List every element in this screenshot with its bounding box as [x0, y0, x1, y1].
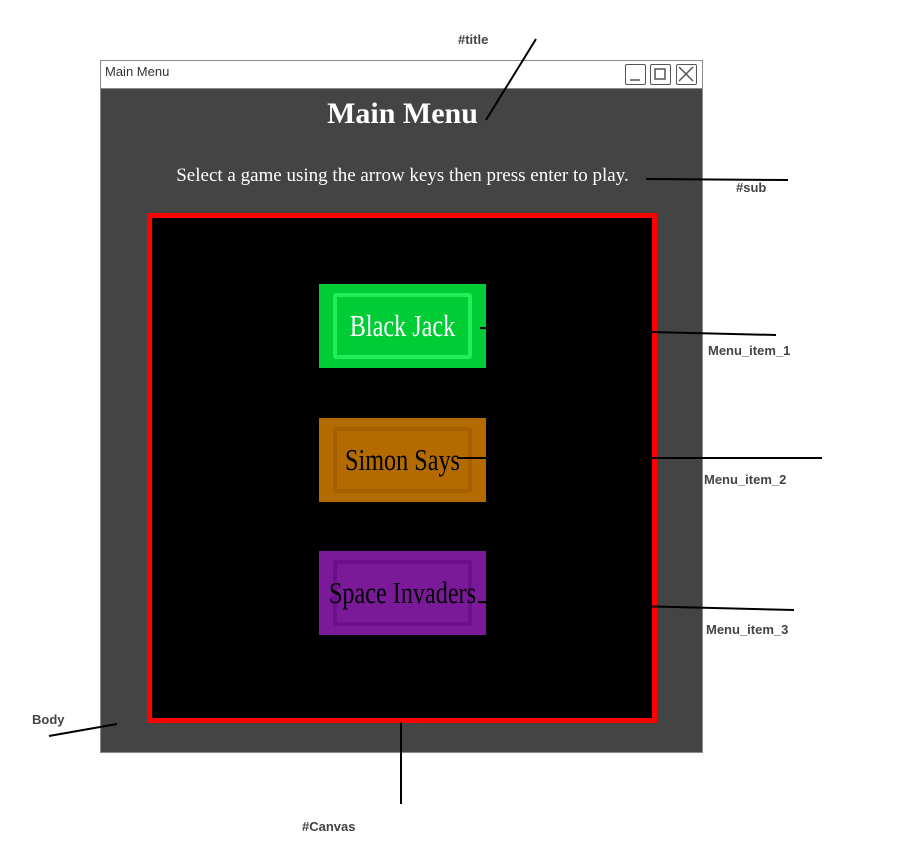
- annotation-body: Body: [32, 712, 65, 727]
- menu-item-3-pointer: [477, 601, 795, 611]
- annotation-menu-item-2: Menu_item_2: [704, 472, 787, 487]
- annotation-lines: [48, 38, 822, 804]
- annotation-menu-item-3: Menu_item_3: [706, 622, 789, 637]
- annotation-menu-item-1: Menu_item_1: [708, 343, 791, 358]
- annotation-sub: #sub: [736, 180, 767, 195]
- annotation-title: #title: [458, 32, 489, 47]
- menu-item-1-pointer: [479, 327, 777, 336]
- sub-pointer: [645, 178, 789, 181]
- annotation-canvas: #Canvas: [302, 819, 356, 834]
- title-pointer: [485, 38, 537, 121]
